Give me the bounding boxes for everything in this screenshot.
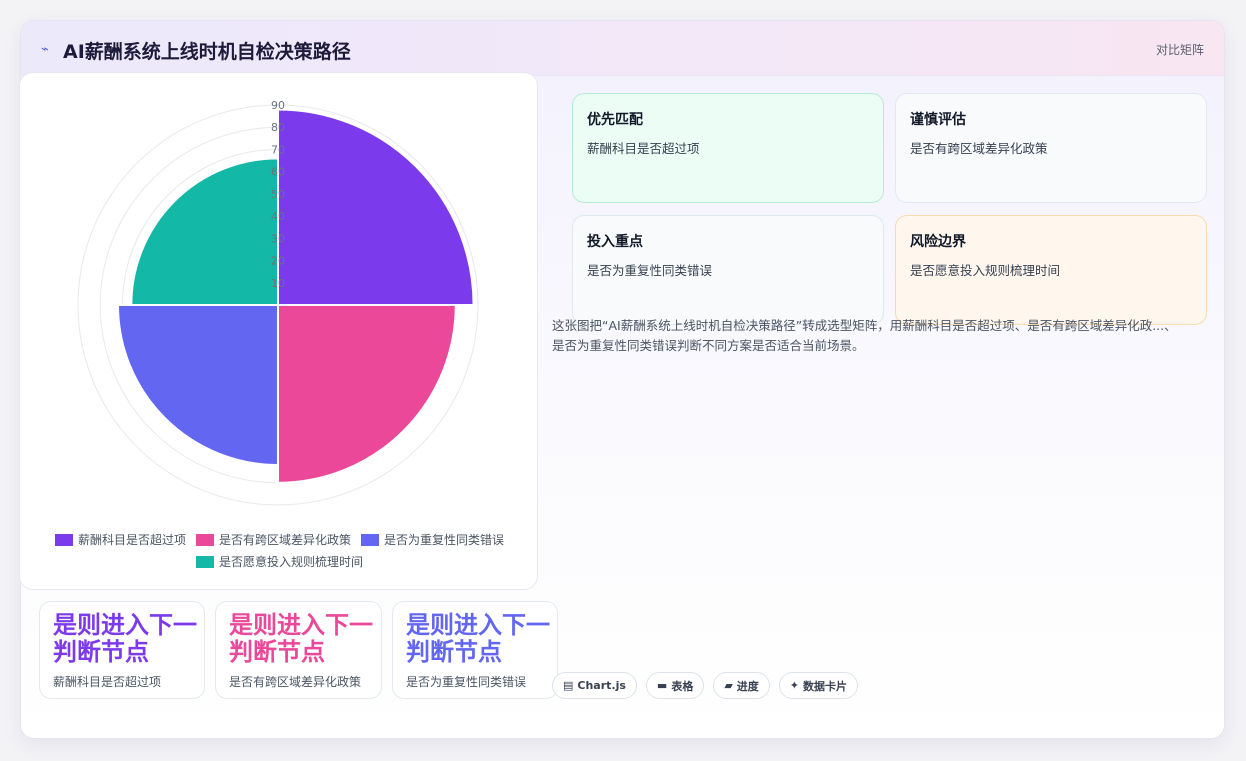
legend-label: 是否有跨区域差异化政策 <box>218 533 351 547</box>
legend-label: 薪酬科目是否超过项 <box>77 533 186 547</box>
r-tick-label: 20 <box>271 255 285 268</box>
legend-row-1: 薪酬科目是否超过项 是否有跨区域差异化政策 是否为重复性同类错误 <box>20 531 539 548</box>
matrix-card-cautious[interactable]: 谨慎评估 是否有跨区域差异化政策 <box>895 93 1207 203</box>
node-card-caption: 是否为重复性同类错误 <box>406 675 527 689</box>
tag-bar: ▤ Chart.js ▬ 表格 ▰ 进度 ✦ 数据卡片 <box>552 672 859 699</box>
legend-swatch <box>195 533 214 546</box>
matrix-card-title: 谨慎评估 <box>910 112 966 128</box>
legend-swatch <box>195 555 214 568</box>
matrix-card-priority[interactable]: 优先匹配 薪酬科目是否超过项 <box>572 93 884 203</box>
compare-matrix-link[interactable]: 对比矩阵 <box>1156 41 1204 58</box>
legend-row-2: 是否愿意投入规则梳理时间 <box>20 553 539 570</box>
node-card: 是则进入下一判断节点 是否有跨区域差异化政策 <box>215 601 382 699</box>
tag-label: 数据卡片 <box>803 679 848 693</box>
description-text: 这张图把“AI薪酬系统上线时机自检决策路径”转成选型矩阵，用薪酬科目是否超过项、… <box>552 318 1177 353</box>
polar-wedge[interactable] <box>277 108 475 306</box>
legend-item[interactable]: 是否为重复性同类错误 <box>361 531 504 548</box>
r-tick-label: 30 <box>271 232 285 245</box>
node-card-headline: 是则进入下一判断节点 <box>229 611 373 666</box>
r-tick-label: 80 <box>271 121 285 134</box>
matrix-card-title: 投入重点 <box>587 234 643 250</box>
matrix-card-title: 优先匹配 <box>587 112 643 128</box>
matrix-card-body: 薪酬科目是否超过项 <box>587 141 700 156</box>
header: ⌁ AI薪酬系统上线时机自检决策路径 对比矩阵 <box>21 21 1224 76</box>
tag-table[interactable]: ▬ 表格 <box>645 672 705 699</box>
legend-item[interactable]: 薪酬科目是否超过项 <box>54 531 186 548</box>
tag-label: Chart.js <box>577 679 626 692</box>
legend-label: 是否愿意投入规则梳理时间 <box>218 555 363 569</box>
tag-data-card[interactable]: ✦ 数据卡片 <box>778 672 859 699</box>
legend-label: 是否为重复性同类错误 <box>384 533 505 547</box>
legend-item[interactable]: 是否愿意投入规则梳理时间 <box>195 553 363 570</box>
legend-swatch <box>361 533 379 546</box>
data-card-icon: ✦ <box>789 679 800 692</box>
r-tick-label: 10 <box>271 277 285 290</box>
trend-arrow-icon: ⌁ <box>41 42 49 57</box>
polar-wedge[interactable] <box>130 157 279 306</box>
node-card: 是则进入下一判断节点 是否为重复性同类错误 <box>392 601 558 699</box>
matrix-card-body: 是否有跨区域差异化政策 <box>910 141 1048 156</box>
tag-progress[interactable]: ▰ 进度 <box>713 672 770 699</box>
r-tick-label: 90 <box>271 99 285 112</box>
r-tick-label: 40 <box>271 210 285 223</box>
node-card-headline: 是则进入下一判断节点 <box>406 611 550 666</box>
tag-label: 表格 <box>671 679 694 693</box>
matrix-card-body: 是否为重复性同类错误 <box>587 263 713 278</box>
chart-panel: 10 20 30 40 50 60 70 80 90 薪酬科目是否超过项 是否有跨区域差异化政策… <box>19 72 538 590</box>
r-tick-label: 70 <box>271 143 285 156</box>
matrix-card-title: 风险边界 <box>910 234 966 250</box>
node-card-caption: 是否有跨区域差异化政策 <box>229 675 362 689</box>
polar-area-chart: 10 20 30 40 50 60 70 80 90 <box>77 99 479 506</box>
table-icon: ▬ <box>656 679 668 692</box>
polar-wedge[interactable] <box>116 304 279 467</box>
polar-wedge[interactable] <box>277 304 457 484</box>
r-tick-label: 60 <box>271 166 285 179</box>
matrix-card-focus[interactable]: 投入重点 是否为重复性同类错误 <box>572 215 884 325</box>
matrix-card-body: 是否愿意投入规则梳理时间 <box>910 263 1061 278</box>
progress-icon: ▰ <box>724 679 733 692</box>
r-tick-label: 50 <box>271 188 285 201</box>
matrix-card-risk[interactable]: 风险边界 是否愿意投入规则梳理时间 <box>895 215 1207 325</box>
tag-label: 进度 <box>736 679 759 693</box>
legend-item[interactable]: 是否有跨区域差异化政策 <box>195 531 351 548</box>
node-card-caption: 薪酬科目是否超过项 <box>53 675 162 689</box>
node-card: 是则进入下一判断节点 薪酬科目是否超过项 <box>39 601 205 699</box>
page-title: AI薪酬系统上线时机自检决策路径 <box>63 41 351 63</box>
node-card-headline: 是则进入下一判断节点 <box>53 611 197 666</box>
tag-chartjs[interactable]: ▤ Chart.js <box>552 672 637 699</box>
chart-icon: ▤ <box>563 679 574 692</box>
legend-swatch <box>54 533 73 546</box>
